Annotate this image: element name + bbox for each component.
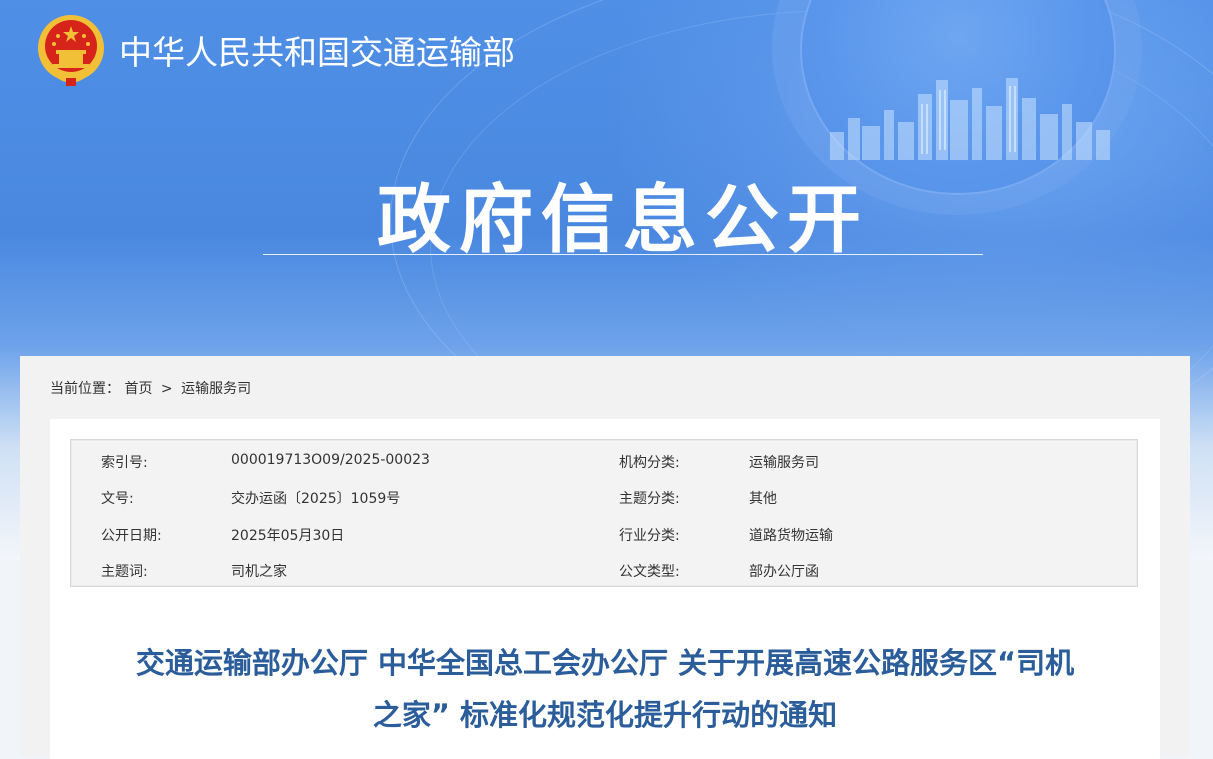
breadcrumb-current-link[interactable]: 运输服务司 xyxy=(181,381,251,397)
ministry-name: 中华人民共和国交通运输部 xyxy=(119,33,515,72)
meta-value: 部办公厅函 xyxy=(749,564,819,580)
ministry-header: 中华人民共和国交通运输部 xyxy=(36,12,515,88)
document-title-line: 之家” 标准化规范化提升行动的通知 xyxy=(372,698,838,732)
breadcrumb-separator: > xyxy=(160,381,173,397)
document-title-line: 交通运输部办公厅 中华全国总工会办公厅 关于开展高速公路服务区“司机 xyxy=(135,646,1075,680)
meta-row: 文号: 交办运函〔2025〕1059号 主题分类: 其他 xyxy=(71,488,1137,510)
main-panel: 当前位置： 首页 > 运输服务司 索引号: 000019713O09/2025-… xyxy=(20,356,1190,759)
document-meta-table: 索引号: 000019713O09/2025-00023 机构分类: 运输服务司… xyxy=(70,439,1138,587)
document-title: 交通运输部办公厅 中华全国总工会办公厅 关于开展高速公路服务区“司机 之家” 标… xyxy=(50,637,1160,741)
meta-value: 其他 xyxy=(749,491,777,507)
meta-label: 索引号: xyxy=(101,455,148,471)
meta-label: 主题词: xyxy=(101,564,148,580)
document-content: 索引号: 000019713O09/2025-00023 机构分类: 运输服务司… xyxy=(50,419,1160,759)
breadcrumb-label: 当前位置： xyxy=(50,381,120,397)
meta-value: 道路货物运输 xyxy=(749,528,833,544)
meta-label: 文号: xyxy=(101,491,134,507)
meta-value: 交办运函〔2025〕1059号 xyxy=(231,491,401,507)
meta-row: 公开日期: 2025年05月30日 行业分类: 道路货物运输 xyxy=(71,525,1137,547)
title-divider xyxy=(263,254,983,255)
national-emblem-icon xyxy=(38,15,104,86)
meta-value: 运输服务司 xyxy=(749,455,819,471)
meta-value: 2025年05月30日 xyxy=(231,528,345,544)
breadcrumb-home-link[interactable]: 首页 xyxy=(124,381,152,397)
meta-value: 000019713O09/2025-00023 xyxy=(231,452,430,468)
city-skyline-icon xyxy=(830,78,1110,160)
meta-label: 行业分类: xyxy=(619,528,680,544)
meta-value: 司机之家 xyxy=(231,564,287,580)
section-title: 政府信息公开 xyxy=(377,177,869,263)
meta-row: 索引号: 000019713O09/2025-00023 机构分类: 运输服务司 xyxy=(71,452,1137,474)
meta-label: 机构分类: xyxy=(619,455,680,471)
breadcrumb: 当前位置： 首页 > 运输服务司 xyxy=(50,378,251,398)
meta-label: 公文类型: xyxy=(619,564,680,580)
meta-label: 主题分类: xyxy=(619,491,680,507)
meta-label: 公开日期: xyxy=(101,528,162,544)
meta-row: 主题词: 司机之家 公文类型: 部办公厅函 xyxy=(71,561,1137,583)
